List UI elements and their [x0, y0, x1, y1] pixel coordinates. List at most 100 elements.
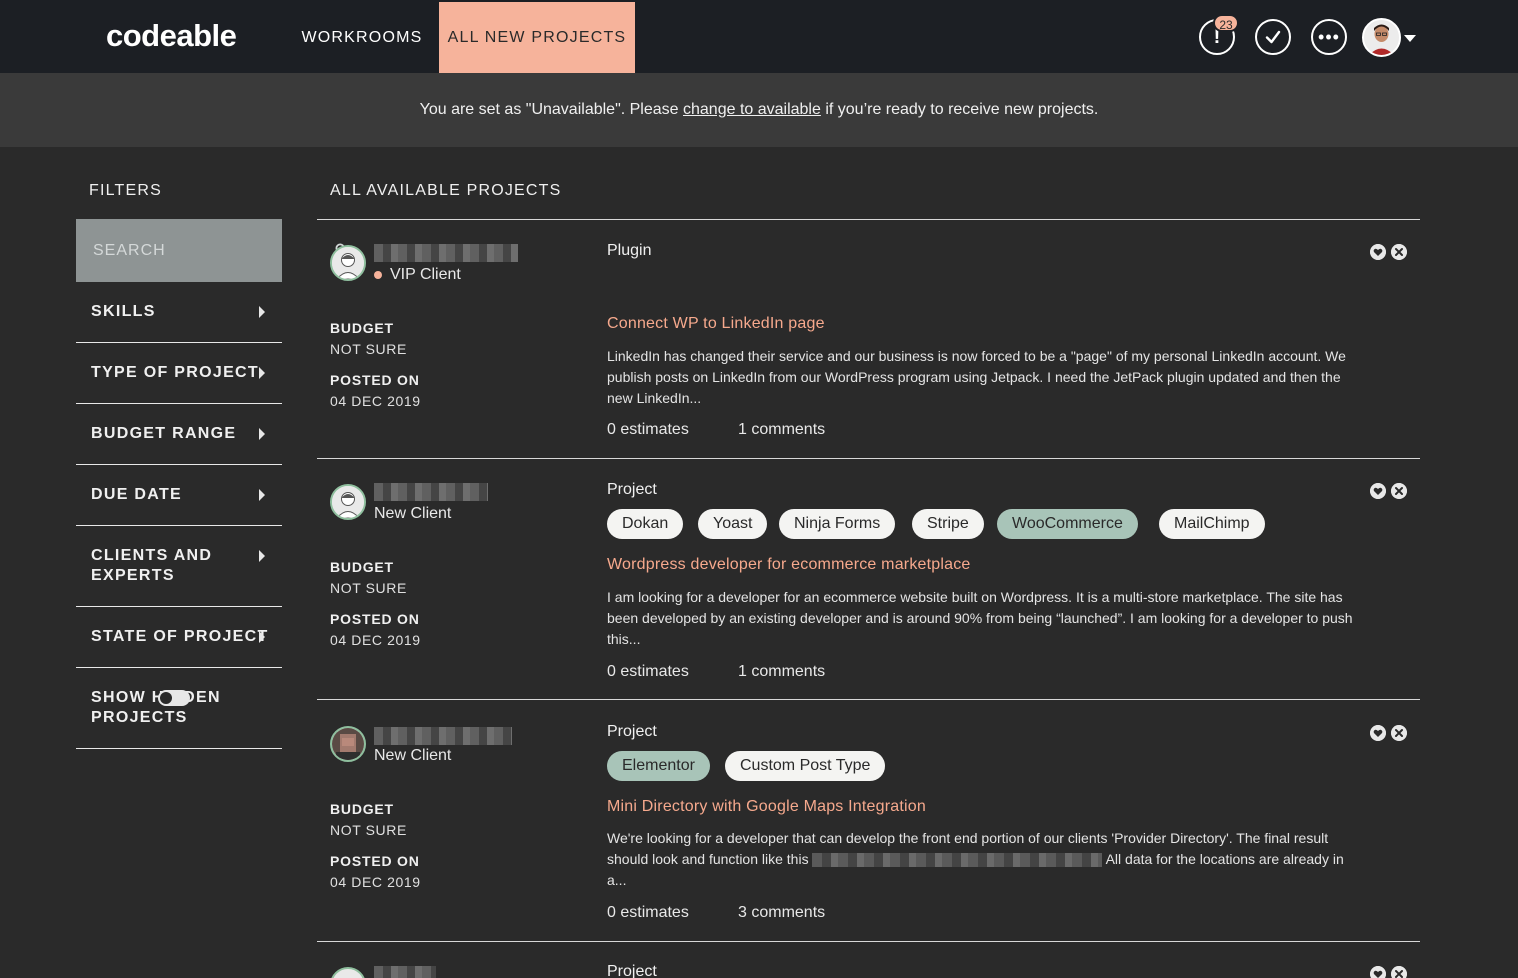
banner-text-prefix: You are set as "Unavailable". Please — [419, 101, 683, 118]
vip-dot-icon — [374, 271, 382, 279]
skill-tag[interactable]: Yoast — [698, 509, 768, 539]
comments-count[interactable]: 3 comments — [738, 904, 825, 922]
filter-clients-and-experts[interactable]: CLIENTS AND EXPERTS — [76, 526, 282, 607]
client-avatar[interactable] — [330, 245, 366, 281]
filter-clients-and-experts-label: CLIENTS AND EXPERTS — [91, 547, 213, 584]
project-title-link[interactable]: Wordpress developer for ecommerce market… — [607, 556, 971, 574]
client-avatar[interactable] — [330, 967, 366, 978]
project-description: I am looking for a developer for an ecom… — [607, 589, 1353, 647]
tasks-button[interactable] — [1255, 19, 1291, 55]
top-navbar: codeable WORKROOMS ALL NEW PROJECTS ! 23… — [0, 0, 1518, 73]
toggle-knob — [160, 692, 172, 704]
redacted-url — [812, 853, 1103, 868]
client-avatar[interactable] — [330, 726, 366, 762]
project-actions — [1370, 244, 1408, 260]
project-title-link[interactable]: Connect WP to LinkedIn page — [607, 315, 825, 333]
client-avatar[interactable] — [330, 484, 366, 520]
caret-right-icon — [259, 489, 265, 501]
hide-close-icon[interactable] — [1391, 244, 1407, 260]
project-actions — [1370, 966, 1408, 978]
caret-right-icon — [259, 367, 265, 379]
budget-value: NOT SURE — [330, 822, 407, 838]
nav-all-new-projects[interactable]: ALL NEW PROJECTS — [439, 2, 635, 73]
codeable-logo[interactable]: codeable — [106, 18, 237, 54]
client-name-redacted — [374, 483, 488, 501]
client-type: New Client — [374, 505, 452, 522]
favorite-heart-icon[interactable] — [1370, 725, 1386, 741]
project-description: LinkedIn has changed their service and o… — [607, 348, 1346, 406]
comments-count[interactable]: 1 comments — [738, 421, 825, 439]
budget-value: NOT SURE — [330, 580, 407, 596]
project-type: Project — [607, 963, 657, 978]
hide-close-icon[interactable] — [1391, 725, 1407, 741]
posted-on-label: POSTED ON — [330, 372, 420, 388]
estimates-count[interactable]: 0 estimates — [607, 421, 689, 439]
project-actions — [1370, 483, 1408, 499]
search-input[interactable] — [76, 219, 282, 282]
favorite-heart-icon[interactable] — [1370, 483, 1386, 499]
nav-workrooms[interactable]: WORKROOMS — [292, 2, 432, 73]
filter-state-of-project[interactable]: STATE OF PROJECT — [76, 607, 282, 668]
client-name-redacted — [374, 244, 518, 262]
user-avatar[interactable] — [1362, 18, 1401, 57]
posted-on-label: POSTED ON — [330, 611, 420, 627]
more-options-button[interactable]: ••• — [1311, 19, 1347, 55]
divider — [317, 458, 1420, 459]
hide-close-icon[interactable] — [1391, 966, 1407, 978]
client-name-redacted — [374, 966, 436, 978]
filter-skills-label: SKILLS — [91, 303, 156, 320]
comments-count[interactable]: 1 comments — [738, 663, 825, 681]
posted-on-value: 04 DEC 2019 — [330, 632, 421, 648]
list-heading: ALL AVAILABLE PROJECTS — [330, 182, 562, 199]
project-actions — [1370, 725, 1408, 741]
skill-tag[interactable]: MailChimp — [1159, 509, 1265, 539]
budget-label: BUDGET — [330, 559, 394, 575]
caret-right-icon — [259, 306, 265, 318]
favorite-heart-icon[interactable] — [1370, 966, 1386, 978]
project-title-link[interactable]: Mini Directory with Google Maps Integrat… — [607, 798, 926, 816]
filter-type-of-project[interactable]: TYPE OF PROJECT — [76, 343, 282, 404]
client-photo-redacted — [332, 728, 364, 760]
change-to-available-link[interactable]: change to available — [683, 101, 821, 118]
client-type: VIP Client — [390, 266, 461, 283]
skill-tag[interactable]: Custom Post Type — [725, 751, 886, 781]
default-avatar-icon — [332, 247, 364, 279]
project-type: Project — [607, 481, 657, 498]
favorite-heart-icon[interactable] — [1370, 244, 1386, 260]
project-description: We're looking for a developer that can d… — [607, 828, 1357, 891]
banner-text-suffix: if you’re ready to receive new projects. — [820, 101, 1099, 118]
caret-right-icon — [259, 428, 265, 440]
project-type: Project — [607, 723, 657, 740]
default-avatar-icon — [332, 486, 364, 518]
filter-due-date[interactable]: DUE DATE — [76, 465, 282, 526]
ellipsis-icon: ••• — [1318, 27, 1340, 47]
hide-close-icon[interactable] — [1391, 483, 1407, 499]
posted-on-label: POSTED ON — [330, 853, 420, 869]
user-avatar-image — [1364, 20, 1399, 55]
filter-skills[interactable]: SKILLS — [76, 282, 282, 343]
client-name-redacted — [374, 727, 512, 745]
client-type: New Client — [374, 747, 452, 764]
notification-count-badge: 23 — [1213, 14, 1239, 32]
filter-show-hidden-projects: SHOW HIDDEN PROJECTS — [76, 668, 282, 749]
budget-value: NOT SURE — [330, 341, 407, 357]
skill-tag[interactable]: Stripe — [912, 509, 984, 539]
skill-tag[interactable]: Dokan — [607, 509, 684, 539]
availability-banner: You are set as "Unavailable". Please cha… — [0, 73, 1518, 147]
estimates-count[interactable]: 0 estimates — [607, 663, 689, 681]
search-box — [76, 219, 348, 282]
posted-on-value: 04 DEC 2019 — [330, 874, 421, 890]
budget-label: BUDGET — [330, 801, 394, 817]
skill-tag[interactable]: Ninja Forms — [779, 509, 896, 539]
skill-tag-highlighted[interactable]: Elementor — [607, 751, 710, 781]
skill-tag-highlighted[interactable]: WooCommerce — [997, 509, 1138, 539]
checkmark-icon — [1265, 30, 1281, 44]
estimates-count[interactable]: 0 estimates — [607, 904, 689, 922]
caret-right-icon — [259, 550, 265, 562]
project-type: Plugin — [607, 242, 652, 259]
filter-state-of-project-label: STATE OF PROJECT — [91, 628, 269, 645]
user-menu-chevron-down-icon[interactable] — [1404, 35, 1416, 42]
budget-label: BUDGET — [330, 320, 394, 336]
filter-budget-range[interactable]: BUDGET RANGE — [76, 404, 282, 465]
show-hidden-toggle[interactable] — [158, 690, 190, 706]
